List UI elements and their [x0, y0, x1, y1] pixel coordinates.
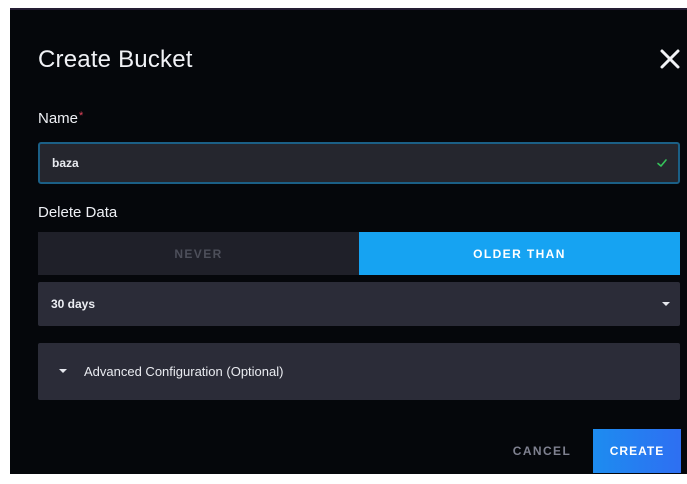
- retention-period-value: 30 days: [51, 297, 96, 311]
- dialog-title: Create Bucket: [38, 46, 193, 73]
- delete-data-label: Delete Data: [38, 204, 118, 221]
- never-option-button[interactable]: NEVER: [38, 232, 359, 275]
- cancel-button[interactable]: CANCEL: [502, 429, 582, 473]
- older-than-option-button[interactable]: OLDER THAN: [359, 232, 680, 275]
- name-input[interactable]: baza: [38, 142, 680, 184]
- create-bucket-dialog: Create Bucket Name* baza Delete Data NEV…: [10, 8, 687, 474]
- retention-period-select[interactable]: 30 days: [38, 282, 680, 326]
- check-icon: [657, 159, 667, 167]
- caret-down-icon: [59, 369, 67, 373]
- name-input-value: baza: [52, 156, 79, 170]
- name-label: Name*: [38, 110, 83, 127]
- close-icon[interactable]: [657, 46, 683, 72]
- name-label-text: Name: [38, 110, 79, 127]
- create-button[interactable]: CREATE: [593, 429, 681, 473]
- required-marker: *: [79, 110, 84, 122]
- advanced-configuration-label: Advanced Configuration (Optional): [84, 364, 284, 379]
- caret-down-icon: [662, 302, 670, 306]
- delete-data-toggle: NEVER OLDER THAN: [38, 232, 680, 275]
- advanced-configuration-toggle[interactable]: Advanced Configuration (Optional): [38, 343, 680, 400]
